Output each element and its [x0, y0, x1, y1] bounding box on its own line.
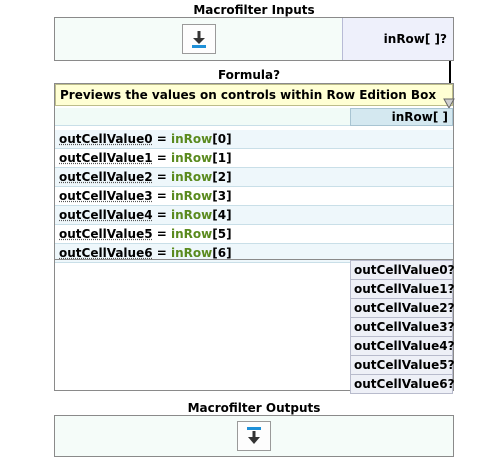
output-param[interactable]: outCellValue3? [350, 317, 455, 336]
formula-function: inRow [171, 246, 213, 260]
formula-row-2[interactable]: outCellValue2 = inRow[2] [55, 168, 453, 187]
formula-variable: outCellValue4 [59, 208, 153, 222]
outputs-panel [54, 415, 454, 457]
output-param[interactable]: outCellValue6? [350, 374, 455, 394]
arrow-down-to-bar-icon [191, 31, 206, 48]
arrow-down-from-bar-icon [247, 427, 261, 444]
output-param[interactable]: outCellValue4? [350, 336, 455, 355]
formula-index: [0] [212, 132, 232, 146]
formula-equals: = [152, 151, 171, 165]
formula-row-0[interactable]: outCellValue0 = inRow[0] [55, 130, 453, 149]
formula-variable: outCellValue3 [59, 189, 153, 203]
formula-variable: outCellValue0 [59, 132, 153, 146]
formula-equals: = [152, 132, 171, 146]
output-param[interactable]: outCellValue2? [350, 298, 455, 317]
formula-rows: outCellValue0 = inRow[0] outCellValue1 =… [55, 130, 453, 263]
formula-row-4[interactable]: outCellValue4 = inRow[4] [55, 206, 453, 225]
formula-function: inRow [171, 227, 213, 241]
output-param[interactable]: outCellValue0? [350, 260, 455, 279]
formula-panel: Previews the values on controls within R… [54, 83, 455, 394]
formula-index: [3] [212, 189, 232, 203]
formula-variable: outCellValue6 [59, 246, 153, 260]
formula-function: inRow [171, 189, 213, 203]
formula-row-1[interactable]: outCellValue1 = inRow[1] [55, 149, 453, 168]
inputs-panel: inRow[ ]? [54, 17, 454, 61]
output-param[interactable]: outCellValue1? [350, 279, 455, 298]
add-output-button[interactable] [237, 421, 271, 451]
formula-function: inRow [171, 208, 213, 222]
formula-row-5[interactable]: outCellValue5 = inRow[5] [55, 225, 453, 244]
formula-equals: = [152, 189, 171, 203]
formula-index: [5] [212, 227, 232, 241]
output-param[interactable]: outCellValue5? [350, 355, 455, 374]
input-param-inrow[interactable]: inRow[ ]? [342, 18, 453, 60]
formula-index: [6] [212, 246, 232, 260]
input-chip-spacer [55, 108, 350, 126]
formula-outputs: outCellValue0? outCellValue1? outCellVal… [350, 260, 455, 394]
formula-variable: outCellValue2 [59, 170, 153, 184]
formula-index: [4] [212, 208, 232, 222]
inputs-title: Macrofilter Inputs [193, 3, 315, 17]
formula-function: inRow [171, 151, 213, 165]
inputs-icon-area [55, 18, 342, 60]
formula-function: inRow [171, 170, 213, 184]
formula-index: [1] [212, 151, 232, 165]
input-chip-inrow[interactable]: inRow[ ] [350, 108, 453, 126]
formula-equals: = [152, 170, 171, 184]
formula-description: Previews the values on controls within R… [55, 84, 453, 106]
outputs-title: Macrofilter Outputs [187, 401, 321, 415]
formula-title: Formula? [217, 68, 281, 82]
add-input-button[interactable] [181, 24, 216, 54]
formula-function: inRow [171, 132, 213, 146]
formula-row-3[interactable]: outCellValue3 = inRow[3] [55, 187, 453, 206]
formula-index: [2] [212, 170, 232, 184]
formula-equals: = [152, 227, 171, 241]
formula-equals: = [152, 208, 171, 222]
formula-equals: = [152, 246, 171, 260]
formula-variable: outCellValue1 [59, 151, 153, 165]
formula-variable: outCellValue5 [59, 227, 153, 241]
